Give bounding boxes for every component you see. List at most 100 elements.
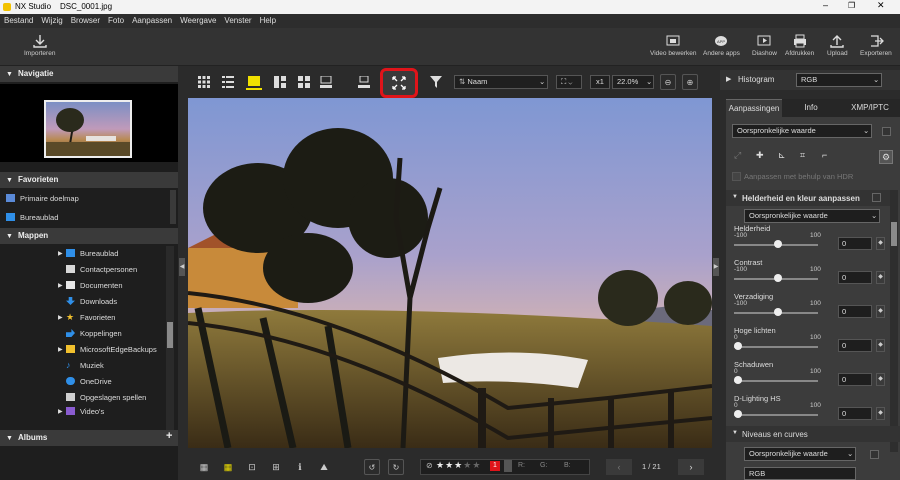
tab-xmp-iptc[interactable]: XMP/IPTC [840,99,900,117]
favorites-scrollbar[interactable] [170,190,176,224]
straighten-icon[interactable]: ⊾ [778,150,786,161]
close-button[interactable]: ✕ [877,0,885,11]
menu-bestand[interactable]: Bestand [0,14,37,28]
star-icon[interactable]: ★ [445,460,454,470]
show-selected-button[interactable]: ▦ [220,459,236,475]
slider-value-field[interactable]: 0 [838,339,872,352]
minimize-button[interactable]: – [823,0,828,10]
slider-track[interactable] [734,414,818,416]
section-brightness-checkbox[interactable] [872,193,881,202]
upload-button[interactable]: Upload [827,34,848,57]
menu-venster[interactable]: Venster [220,14,255,28]
zoom-in-button[interactable]: ⊕ [682,74,698,90]
slider-knob[interactable] [774,308,782,316]
grid-overlay-button[interactable]: ⊞ [268,459,284,475]
other-apps-button[interactable]: APP Andere apps [703,34,740,57]
list-item[interactable]: Downloads [0,293,166,309]
sync-view-button[interactable] [356,74,372,90]
import-button[interactable]: Importeren [24,34,55,57]
list-item[interactable]: ▶ Documenten [0,277,166,293]
list-view-button[interactable] [220,74,236,90]
zoom-dropdown[interactable]: 22.0% ⌄ [612,75,654,89]
rotate-right-button[interactable]: ↻ [388,459,404,475]
list-item[interactable]: Bureaublad [0,210,170,224]
stepper-icon[interactable]: ◆ [876,237,885,250]
slider-value-field[interactable]: 0 [838,407,872,420]
crop-icon[interactable]: ⌗ [800,150,805,161]
flag-label[interactable]: 1 [490,461,500,471]
list-item[interactable]: ▶ Bureaublad [0,245,166,261]
brightness-preset-dropdown[interactable]: Oorspronkelijke waarde ⌄ [744,209,880,223]
list-item[interactable]: ▶ MicrosoftEdgeBackups [0,341,166,357]
filmstrip-button[interactable] [318,74,334,90]
video-edit-button[interactable]: Video bewerken [650,34,697,57]
stepper-icon[interactable]: ◆ [876,373,885,386]
color-label-icon[interactable] [504,460,512,472]
compare-button[interactable] [272,74,288,90]
histogram-overlay-button[interactable]: ⛰ [316,459,332,475]
show-all-button[interactable]: ▦ [196,459,212,475]
slider-knob[interactable] [734,376,742,384]
stepper-icon[interactable]: ◆ [876,271,885,284]
tab-aanpassingen[interactable]: Aanpassingen [726,99,782,117]
single-image-button[interactable] [246,74,262,90]
hdr-checkbox[interactable] [732,172,741,181]
section-levels-header[interactable]: ▼ Niveaus en curves [726,426,900,442]
protect-icon[interactable]: ⊘ [426,461,433,470]
menu-weergave[interactable]: Weergave [176,14,220,28]
slider-knob[interactable] [734,342,742,350]
slider-track[interactable] [734,346,818,348]
preset-checkbox[interactable] [882,127,891,136]
zoom-1x-button[interactable]: x1 [590,75,610,89]
folders-header[interactable]: ▼ Mappen [0,228,178,244]
scrollbar-thumb[interactable] [167,322,173,348]
slider-value-field[interactable]: 0 [838,237,872,250]
list-item[interactable]: Koppelingen [0,325,166,341]
main-photo[interactable] [188,98,712,448]
preset-dropdown[interactable]: Oorspronkelijke waarde ⌄ [732,124,872,138]
panel-scrollbar[interactable] [890,190,898,452]
info-overlay-button[interactable]: ⊡ [244,459,260,475]
info-button[interactable]: ℹ [292,459,308,475]
print-button[interactable]: Afdrukken [785,34,814,57]
settings-button[interactable]: ⚙ [879,150,893,164]
list-item[interactable]: Primaire doelmap [0,190,170,206]
zoom-out-button[interactable]: ⊖ [660,74,676,90]
export-button[interactable]: Exporteren [860,34,892,57]
levels-preset-dropdown[interactable]: Oorspronkelijke waarde ⌄ [744,447,856,461]
stepper-icon[interactable]: ◆ [876,305,885,318]
expand-icon[interactable]: ▶ [58,282,66,289]
slider-knob[interactable] [734,410,742,418]
bandage-icon[interactable]: ✚ [756,150,764,161]
restore-button[interactable]: ❐ [848,1,855,10]
slider-knob[interactable] [774,274,782,282]
sort-dropdown[interactable]: ⇅ Naam ⌄ [454,75,548,89]
menu-wijzig[interactable]: Wijzig [37,14,66,28]
menu-foto[interactable]: Foto [104,14,128,28]
favorites-header[interactable]: ▼ Favorieten [0,172,178,188]
stepper-icon[interactable]: ◆ [876,339,885,352]
section-brightness-header[interactable]: ▼ Helderheid en kleur aanpassen [726,190,890,206]
expand-icon[interactable]: ▶ [58,314,66,321]
right-panel-toggle[interactable]: ▶ [713,258,719,276]
retouch-icon[interactable]: ⤢ [734,150,741,161]
star-icon[interactable]: ★ [472,460,481,470]
slider-knob[interactable] [774,240,782,248]
folders-scrollbar[interactable] [166,246,174,430]
menu-help[interactable]: Help [256,14,280,28]
thumbnail-grid-button[interactable] [196,74,212,90]
multi-compare-button[interactable] [296,74,312,90]
list-item[interactable]: OneDrive [0,373,166,389]
slider-value-field[interactable]: 0 [838,305,872,318]
albums-header[interactable]: ▼ Albums + [0,430,178,446]
fit-mode-dropdown[interactable]: ⛶ ⌄ [556,75,582,89]
stepper-icon[interactable]: ◆ [876,407,885,420]
expand-icon[interactable]: ▶ [726,75,731,83]
add-album-button[interactable]: + [166,431,172,442]
list-item[interactable]: ▶ Video's [0,405,166,417]
slider-track[interactable] [734,380,818,382]
slider-value-field[interactable]: 0 [838,271,872,284]
next-image-button[interactable]: › [678,459,704,475]
filter-button[interactable] [428,74,444,90]
levels-checkbox[interactable] [870,450,879,459]
